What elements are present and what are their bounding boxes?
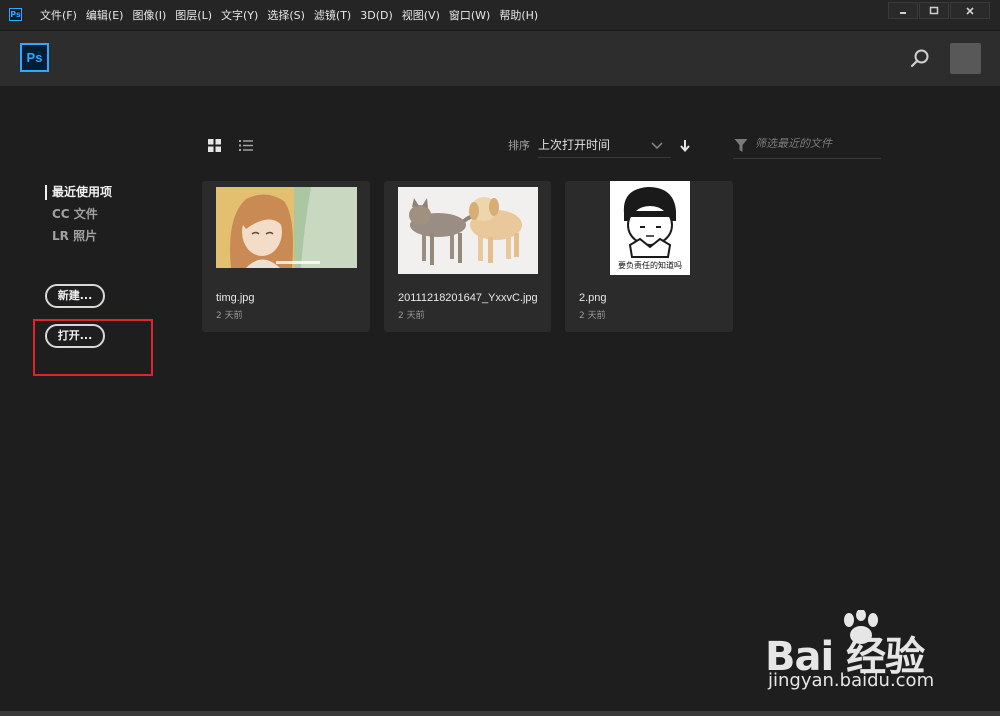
file-date: 2 天前 (398, 311, 425, 321)
menu-layer[interactable]: 图层(L) (175, 0, 212, 30)
menu-3d[interactable]: 3D(D) (360, 0, 393, 30)
sidebar-nav: 最近使用项 CC 文件 LR 照片 (45, 185, 112, 251)
thumbnail-anime (216, 187, 357, 268)
maximize-button[interactable] (919, 2, 949, 19)
file-name: 20111218201647_YxxvC.jpg (398, 292, 538, 304)
chevron-down-icon (651, 142, 663, 150)
highlight-box (33, 319, 153, 376)
list-view-icon[interactable] (239, 139, 253, 152)
maximize-icon (929, 6, 939, 14)
filter-icon (734, 139, 748, 152)
minimize-icon (900, 11, 906, 14)
file-date: 2 天前 (216, 311, 243, 321)
avatar[interactable] (950, 43, 981, 74)
menu-filter[interactable]: 滤镜(T) (314, 0, 351, 30)
sort-dropdown[interactable]: 上次打开时间 (538, 136, 671, 158)
menu-help[interactable]: 帮助(H) (499, 0, 538, 30)
menu-type[interactable]: 文字(Y) (221, 0, 258, 30)
watermark-url: jingyan.baidu.com (768, 670, 935, 691)
file-name: 2.png (579, 292, 607, 304)
menu-image[interactable]: 图像(I) (132, 0, 166, 30)
filter-field (733, 136, 881, 159)
app-icon[interactable]: Ps (9, 8, 22, 21)
baidu-watermark: Bai 经验 jingyan.baidu.com (765, 608, 995, 703)
close-icon (966, 6, 974, 15)
menu-edit[interactable]: 编辑(E) (86, 0, 124, 30)
filter-input[interactable] (755, 137, 875, 150)
menu-bar: Ps 文件(F) 编辑(E) 图像(I) 图层(L) 文字(Y) 选择(S) 滤… (0, 0, 1000, 31)
file-card-cat-dog[interactable]: 20111218201647_YxxvC.jpg 2 天前 (384, 181, 551, 332)
nav-item-lr-photos[interactable]: LR 照片 (45, 229, 112, 251)
thumbnail-meme: 要负责任的知道吗 (610, 181, 690, 275)
file-card-timg[interactable]: timg.jpg 2 天前 (202, 181, 370, 332)
menu-window[interactable]: 窗口(W) (449, 0, 490, 30)
nav-item-cc-files[interactable]: CC 文件 (45, 207, 112, 229)
nav-item-recent[interactable]: 最近使用项 (45, 185, 112, 200)
status-bar (0, 711, 1000, 716)
file-date: 2 天前 (579, 311, 606, 321)
thumbnail-cat-dog (398, 187, 538, 274)
file-name: timg.jpg (216, 292, 255, 304)
window-controls (887, 2, 990, 19)
menu-items: 文件(F) 编辑(E) 图像(I) 图层(L) 文字(Y) 选择(S) 滤镜(T… (40, 0, 547, 30)
menu-file[interactable]: 文件(F) (40, 0, 77, 30)
new-button[interactable]: 新建... (45, 284, 105, 308)
grid-view-icon[interactable] (208, 139, 221, 152)
sort-label: 排序 (508, 139, 530, 152)
photoshop-logo: Ps (20, 43, 49, 72)
file-card-png[interactable]: 要负责任的知道吗 2.png 2 天前 (565, 181, 733, 332)
search-icon[interactable] (909, 48, 931, 70)
sort-direction-icon[interactable] (680, 139, 690, 152)
sort-value: 上次打开时间 (538, 138, 611, 152)
home-header: Ps (0, 31, 1000, 86)
close-button[interactable] (950, 2, 990, 19)
menu-select[interactable]: 选择(S) (267, 0, 305, 30)
menu-view[interactable]: 视图(V) (402, 0, 440, 30)
thumbnail-caption: 要负责任的知道吗 (618, 260, 682, 270)
minimize-button[interactable] (888, 2, 918, 19)
